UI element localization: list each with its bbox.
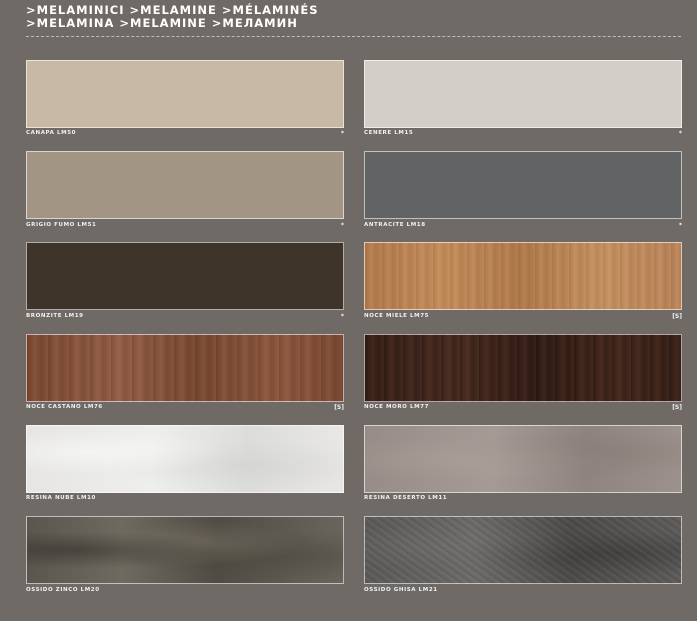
swatch-resina-deserto[interactable] [364, 425, 682, 493]
swatch-bronzite[interactable] [26, 242, 344, 310]
swatch-label-antracite: ANTRACITE LM18 [364, 222, 426, 228]
swatch-label-cenere: CENERE LM15 [364, 130, 414, 136]
swatch-label-grigio-fumo: GRIGIO FUMO LM51 [26, 222, 97, 228]
swatch-ossido-ghisa[interactable] [364, 516, 682, 584]
swatch-label-noce-miele: NOCE MIELE LM75 [364, 313, 430, 319]
swatch-noce-miele[interactable] [364, 242, 682, 310]
swatch-label-resina-deserto: RESINA DESERTO LM11 [364, 495, 448, 501]
page-header: >MELAMINICI >MELAMINE >MÉLAMINÉS >MELAMI… [26, 4, 681, 30]
swatch-label-bronzite: BRONZITE LM19 [26, 313, 84, 319]
swatch-mark-noce-castano: [S] [334, 404, 344, 411]
swatch-canapa[interactable] [26, 60, 344, 128]
swatch-label-ossido-ghisa: OSSIDO GHISA LM21 [364, 587, 438, 593]
swatch-label-resina-nube: RESINA NUBE LM10 [26, 495, 96, 501]
swatch-label-ossido-zinco: OSSIDO ZINCO LM20 [26, 587, 100, 593]
swatch-label-canapa: CANAPA LM50 [26, 130, 77, 136]
swatch-mark-grigio-fumo: * [340, 222, 344, 229]
swatch-antracite[interactable] [364, 151, 682, 219]
swatch-mark-noce-miele: [S] [672, 313, 682, 320]
swatch-grigio-fumo[interactable] [26, 151, 344, 219]
swatch-mark-bronzite: * [340, 313, 344, 320]
swatch-noce-moro[interactable] [364, 334, 682, 402]
swatch-cenere[interactable] [364, 60, 682, 128]
header-divider [26, 36, 681, 37]
swatch-mark-antracite: * [678, 222, 682, 229]
swatch-ossido-zinco[interactable] [26, 516, 344, 584]
swatch-mark-cenere: * [678, 130, 682, 137]
swatch-mark-noce-moro: [S] [672, 404, 682, 411]
header-title-line-2: >MELAMINA >MELAMINE >МЕЛАМИН [26, 16, 298, 30]
swatch-noce-castano[interactable] [26, 334, 344, 402]
swatch-mark-canapa: * [340, 130, 344, 137]
swatch-label-noce-moro: NOCE MORO LM77 [364, 404, 429, 410]
swatch-resina-nube[interactable] [26, 425, 344, 493]
swatch-label-noce-castano: NOCE CASTANO LM76 [26, 404, 103, 410]
